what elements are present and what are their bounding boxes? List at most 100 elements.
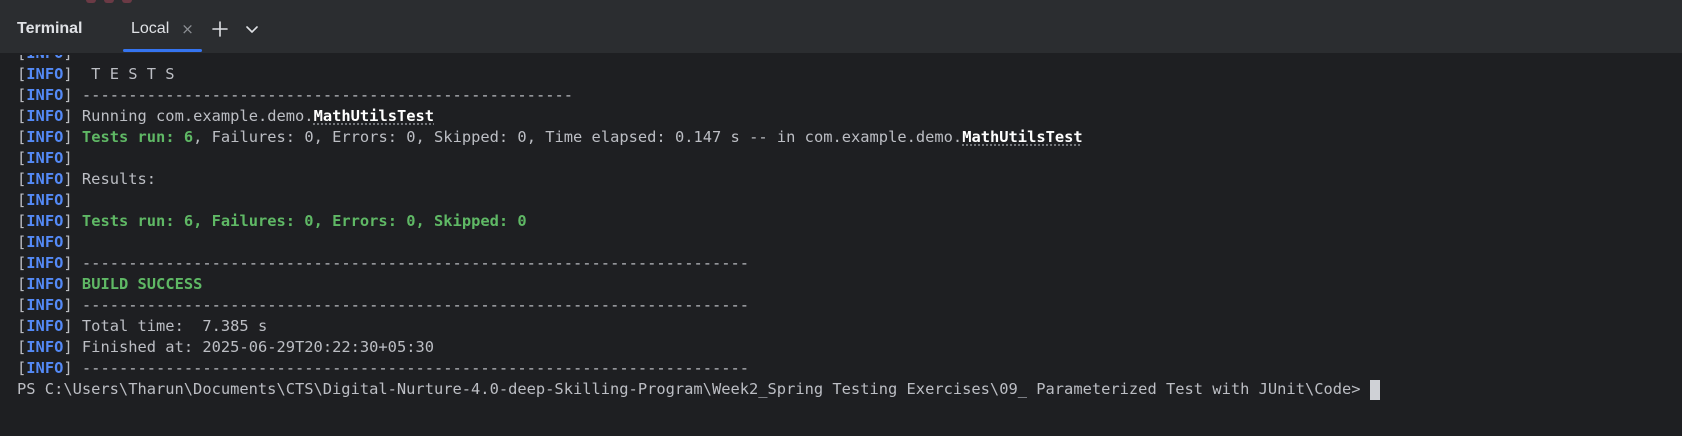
bracket: ] (63, 107, 73, 125)
log-text: , Failures: 0, Errors: 0, Skipped: 0, Ti… (193, 128, 963, 146)
terminal-line: [INFO] ---------------------------------… (17, 55, 1682, 64)
close-icon[interactable]: × (181, 20, 194, 38)
bracket: ] (63, 128, 73, 146)
terminal-output[interactable]: [INFO] ---------------------------------… (0, 55, 1682, 436)
bracket: ] (63, 338, 73, 356)
log-level-tag: INFO (26, 212, 64, 230)
prompt-line[interactable]: PS C:\Users\Tharun\Documents\CTS\Digital… (17, 379, 1682, 400)
log-level-tag: INFO (26, 296, 64, 314)
log-level-tag: INFO (26, 65, 64, 83)
bracket: [ (17, 191, 27, 209)
bracket: ] (63, 55, 72, 62)
terminal-line: [INFO] Total time: 7.385 s (17, 316, 1682, 337)
active-tab-indicator (123, 48, 202, 52)
terminal-line: [INFO] ---------------------------------… (17, 85, 1682, 106)
terminal-line: [INFO] BUILD SUCCESS (17, 274, 1682, 295)
bracket: ] (63, 170, 73, 188)
log-level-tag: INFO (26, 359, 64, 377)
terminal-line: [INFO] (17, 232, 1682, 253)
decorative-dot (86, 0, 96, 3)
bracket: [ (17, 107, 27, 125)
terminal-line: [INFO] ---------------------------------… (17, 358, 1682, 379)
log-text: ----------------------------------------… (72, 359, 750, 377)
bracket: ] (63, 191, 73, 209)
tab-label: Local (131, 19, 170, 37)
bracket: ] (63, 275, 73, 293)
bracket: ] (63, 65, 73, 83)
log-level-tag: INFO (26, 107, 64, 125)
bracket: [ (17, 55, 26, 62)
terminal-line: [INFO] (17, 148, 1682, 169)
bracket: ] (63, 212, 73, 230)
log-text: ----------------------------------------… (72, 86, 574, 104)
bracket: [ (17, 317, 27, 335)
bracket: [ (17, 170, 27, 188)
log-level-tag: INFO (26, 191, 64, 209)
log-text: Total time: 7.385 s (72, 317, 268, 335)
bracket: ] (63, 149, 73, 167)
shell-prompt: PS C:\Users\Tharun\Documents\CTS\Digital… (17, 380, 1361, 398)
log-text: Results: (72, 170, 157, 188)
class-name-link[interactable]: MathUtilsTest (962, 128, 1082, 146)
bracket: [ (17, 65, 27, 83)
log-level-tag: INFO (26, 254, 64, 272)
terminal-line: [INFO] T E S T S (17, 64, 1682, 85)
bracket: ] (63, 233, 73, 251)
terminal-line: [INFO] ---------------------------------… (17, 253, 1682, 274)
bracket: ] (63, 296, 73, 314)
bracket: [ (17, 254, 27, 272)
log-level-tag: INFO (26, 170, 64, 188)
bracket: [ (17, 275, 27, 293)
log-level-tag: INFO (26, 86, 64, 104)
log-text: Running com.example.demo. (72, 107, 314, 125)
log-level-tag: INFO (26, 275, 64, 293)
tab-dropdown-button[interactable] (238, 15, 266, 43)
log-level-tag: INFO (26, 149, 64, 167)
success-text: Tests run: 6 (81, 128, 194, 146)
log-level-tag: INFO (26, 128, 64, 146)
log-level-tag: INFO (26, 338, 64, 356)
bracket: [ (17, 233, 27, 251)
bracket: [ (17, 359, 27, 377)
terminal-line: [INFO] Tests run: 6, Failures: 0, Errors… (17, 127, 1682, 148)
success-text: Tests run: 6, Failures: 0, Errors: 0, Sk… (81, 212, 527, 230)
chevron-down-icon (246, 25, 258, 33)
bracket: [ (17, 149, 27, 167)
bracket: ] (63, 86, 73, 104)
decorative-dot (104, 0, 114, 3)
terminal-line: [INFO] Finished at: 2025-06-29T20:22:30+… (17, 337, 1682, 358)
terminal-line: [INFO] Results: (17, 169, 1682, 190)
text-cursor (1369, 379, 1380, 400)
bracket: [ (17, 296, 27, 314)
log-text: ----------------------------------------… (73, 55, 573, 62)
bracket: [ (17, 212, 27, 230)
plus-icon (212, 20, 228, 37)
log-text: Finished at: 2025-06-29T20:22:30+05:30 (72, 338, 435, 356)
log-level-tag: INFO (26, 233, 64, 251)
log-level-tag: INFO (26, 317, 64, 335)
bracket: ] (63, 359, 73, 377)
bracket: ] (63, 254, 73, 272)
terminal-line: [INFO] (17, 190, 1682, 211)
bracket: [ (17, 86, 27, 104)
terminal-lines: [INFO] ---------------------------------… (17, 55, 1682, 379)
success-text: BUILD SUCCESS (81, 275, 203, 293)
tab-local[interactable]: Local × (123, 4, 202, 54)
log-level-tag: INFO (26, 55, 63, 62)
tool-window-title: Terminal (17, 19, 83, 37)
terminal-line: [INFO] Tests run: 6, Failures: 0, Errors… (17, 211, 1682, 232)
bracket: ] (63, 317, 73, 335)
bracket: [ (17, 128, 27, 146)
new-tab-button[interactable] (206, 15, 234, 43)
terminal-tab-bar: Terminal Local × (0, 4, 1682, 54)
terminal-line: [INFO] Running com.example.demo.MathUtil… (17, 106, 1682, 127)
log-text: ----------------------------------------… (72, 296, 750, 314)
class-name-link[interactable]: MathUtilsTest (314, 107, 434, 125)
bracket: [ (17, 338, 27, 356)
log-text: T E S T S (72, 65, 175, 83)
log-text: ----------------------------------------… (72, 254, 750, 272)
terminal-line: [INFO] ---------------------------------… (17, 295, 1682, 316)
